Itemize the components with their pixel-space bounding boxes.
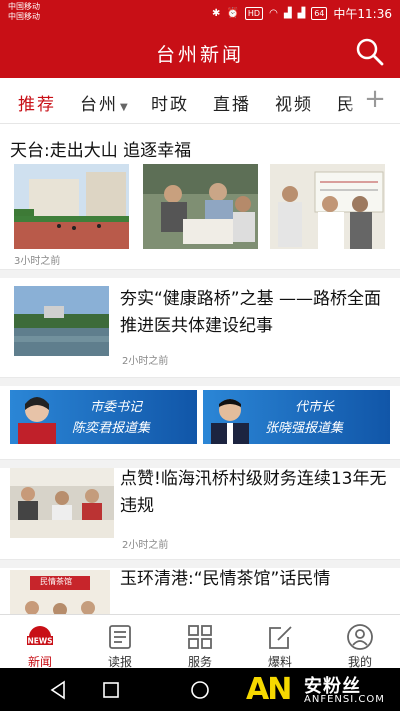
article-card[interactable]: 天台:走出大山 追逐幸福 3小时之前 [0,124,400,270]
article-title: 天台:走出大山 追逐幸福 [10,141,192,161]
article-title: 玉环清港:“民情茶馆”话民情 [120,569,331,589]
nav-mine[interactable]: 我的 [320,615,400,669]
article-image [270,164,385,249]
recent-apps-icon[interactable] [99,678,123,702]
news-icon: NEWS [27,626,53,646]
status-icons: ✱ ⏰ HD ◠ ▟ ▟ 64 中午11:36 [212,5,392,22]
teahouse-sign: 民情茶馆 [40,577,72,586]
newspaper-icon [109,625,131,649]
article-image [14,286,109,356]
banner-secretary[interactable]: 市委书记 陈奕君报道集 [10,390,197,444]
home-icon[interactable] [188,678,212,702]
banner-name: 陈奕君报道集 [72,421,151,436]
article-image [143,164,258,249]
feed-separator [0,378,400,386]
search-icon [356,38,384,66]
carrier-info: 中国移动 中国移动 [8,2,40,22]
back-icon[interactable] [46,678,70,702]
tab-label: 直播 [213,95,251,115]
article-card[interactable]: 点赞!临海汛桥村级财务连续13年无违规 2小时之前 [0,468,400,560]
bluetooth-icon: ✱ [212,8,221,19]
banner-title: 市委书记 [90,400,143,415]
banner-name: 张晓强报道集 [265,421,344,436]
search-button[interactable] [354,36,386,68]
special-banners: 市委书记 陈奕君报道集 代市长 张晓强报道集 [0,386,400,460]
nav-report[interactable]: 爆料 [240,615,320,669]
category-tabs: 推荐 台州▼ 时政 直播 视频 民 + [0,78,400,124]
banner-title: 代市长 [295,400,335,415]
watermark-en: ANFENSI.COM [304,694,385,705]
alarm-icon: ⏰ [226,8,239,19]
tab-label: 视频 [275,95,313,115]
article-time: 3小时之前 [14,256,61,267]
edit-icon [269,626,292,649]
article-image: 民情茶馆 [10,570,110,614]
user-icon [347,624,373,650]
battery-icon: 64 [311,7,328,20]
caret-down-icon: ▼ [120,102,128,113]
tab-video[interactable]: 视频 [275,90,313,115]
watermark: AN 安粉丝 ANFENSI.COM [246,672,396,708]
article-title: 点赞!临海汛桥村级财务连续13年无违规 [120,469,387,516]
watermark-logo: AN [246,672,292,707]
hd-icon: HD [244,7,264,20]
article-time: 2小时之前 [122,540,169,551]
tab-politics[interactable]: 时政 [151,90,189,115]
feed-separator [0,270,400,278]
plus-icon: + [364,84,386,114]
article-card[interactable]: 民情茶馆 玉环清港:“民情茶馆”话民情 [0,568,400,614]
nav-services[interactable]: 服务 [160,615,240,669]
tab-label: 台州 [80,95,118,115]
app-title: 台州新闻 [155,44,244,66]
status-bar: 中国移动 中国移动 ✱ ⏰ HD ◠ ▟ ▟ 64 中午11:36 [0,0,400,26]
tab-fade [346,78,362,123]
bottom-navigation: NEWS 新闻 读报 服务 爆料 我的 [0,614,400,669]
nav-newspaper[interactable]: 读报 [80,615,160,669]
banner-mayor[interactable]: 代市长 张晓强报道集 [203,390,390,444]
tab-recommend[interactable]: 推荐 [18,90,56,115]
article-image [14,164,129,249]
wifi-icon: ◠ [269,8,278,19]
nav-news[interactable]: NEWS 新闻 [0,615,80,669]
article-image [10,468,114,538]
grid-icon [188,625,212,649]
add-tab-button[interactable]: + [362,84,388,118]
tab-taizhou[interactable]: 台州 ▼ [80,90,128,115]
tab-label: 推荐 [18,95,56,115]
clock: 中午11:36 [333,7,392,21]
article-title: 夯实“健康路桥”之基 ——路桥全面推进医共体建设纪事 [120,289,382,336]
news-feed[interactable]: 天台:走出大山 追逐幸福 3小时之前 夯实“健康路桥”之基 ——路桥全面推进医共… [0,124,400,614]
signal-icon: ▟ [297,8,306,19]
carrier-2: 中国移动 [8,12,40,21]
article-time: 2小时之前 [122,356,169,367]
news-badge: NEWS [27,637,52,646]
tab-live[interactable]: 直播 [213,90,251,115]
app-header: 台州新闻 [0,26,400,78]
article-card[interactable]: 夯实“健康路桥”之基 ——路桥全面推进医共体建设纪事 2小时之前 [0,278,400,378]
system-navigation-bar: AN 安粉丝 ANFENSI.COM [0,668,400,711]
carrier-1: 中国移动 [8,2,40,11]
signal-icon: ▟ [283,8,292,19]
tab-label: 时政 [151,95,189,115]
